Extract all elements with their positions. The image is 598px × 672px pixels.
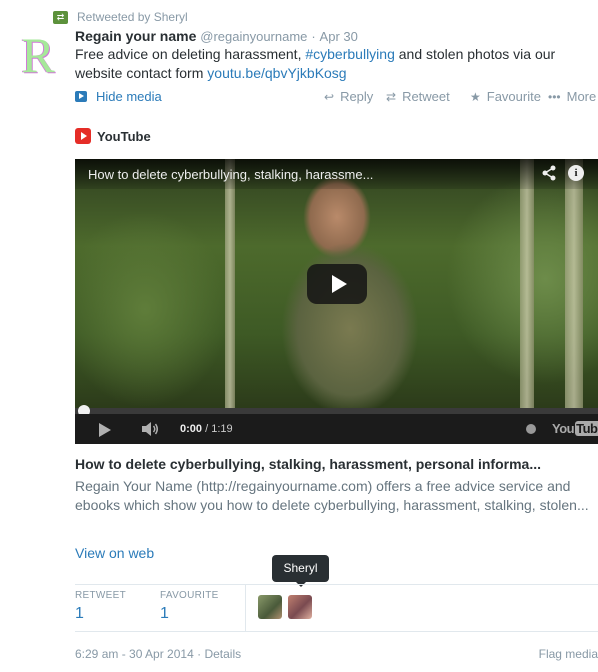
tweet-text: Free advice on deleting harassment, #cyb… bbox=[75, 45, 595, 83]
hide-media-label: Hide media bbox=[96, 89, 162, 104]
avatar[interactable] bbox=[258, 595, 282, 619]
more-button[interactable]: ••• More bbox=[548, 89, 596, 104]
media-source-label: YouTube bbox=[97, 128, 151, 144]
retweet-stat[interactable]: RETWEET 1 bbox=[75, 590, 126, 623]
view-on-web-link[interactable]: View on web bbox=[75, 545, 154, 561]
tweet-date[interactable]: Apr 30 bbox=[320, 29, 358, 44]
stats-separator bbox=[245, 585, 246, 631]
avatar-letter: R bbox=[21, 27, 55, 83]
favourite-stat-label: FAVOURITE bbox=[160, 590, 219, 601]
divider bbox=[75, 631, 598, 632]
footer-separator: · bbox=[197, 647, 202, 661]
youtube-logo[interactable]: YouTube bbox=[552, 421, 598, 436]
share-icon[interactable] bbox=[542, 165, 556, 181]
user-handle[interactable]: @regainyourname bbox=[200, 29, 307, 44]
card-description: Regain Your Name (http://regainyourname.… bbox=[75, 478, 589, 513]
control-play-icon[interactable] bbox=[99, 423, 111, 437]
reply-icon: ↩ bbox=[324, 89, 335, 104]
tree-trunk bbox=[565, 159, 583, 408]
user-fullname[interactable]: Regain your name bbox=[75, 28, 196, 44]
retweet-label: Retweet bbox=[402, 89, 450, 104]
card-title[interactable]: How to delete cyberbullying, stalking, h… bbox=[75, 456, 541, 472]
tweet-header: Regain your name @regainyourname · Apr 3… bbox=[75, 28, 358, 44]
time-total: / 1:19 bbox=[202, 423, 233, 435]
retweet-stat-label: RETWEET bbox=[75, 590, 126, 601]
reply-button[interactable]: ↩ Reply bbox=[324, 89, 373, 104]
video-time: 0:00 / 1:19 bbox=[180, 423, 233, 435]
hashtag-link[interactable]: #cyberbullying bbox=[305, 46, 395, 62]
favourite-count: 1 bbox=[160, 605, 169, 622]
video-url-link[interactable]: youtu.be/qbvYjkbKosg bbox=[207, 65, 346, 81]
favourite-label: Favourite bbox=[486, 89, 541, 104]
tooltip: Sheryl bbox=[272, 555, 329, 587]
tree-trunk bbox=[520, 159, 534, 408]
tweet-text-part-1: Free advice on deleting harassment, bbox=[75, 46, 306, 62]
video-title[interactable]: How to delete cyberbullying, stalking, h… bbox=[88, 167, 373, 182]
tweet-stats: RETWEET 1 FAVOURITE 1 bbox=[75, 585, 598, 631]
tweet-actions: Hide media ↩ Reply ⇄ Retweet ★ Favourite… bbox=[75, 89, 598, 107]
retweet-button[interactable]: ⇄ Retweet bbox=[386, 89, 450, 104]
video-player[interactable]: How to delete cyberbullying, stalking, h… bbox=[75, 159, 598, 444]
retweet-context: ⇄ Retweeted by Sheryl bbox=[53, 10, 188, 24]
reply-label: Reply bbox=[340, 89, 374, 104]
youtube-logo-tube: Tube bbox=[575, 421, 598, 436]
youtube-icon bbox=[75, 128, 91, 144]
video-controls: 0:00 / 1:19 YouTube bbox=[75, 414, 598, 444]
flag-media-link[interactable]: Flag media bbox=[539, 647, 598, 661]
tweet-timestamp: 6:29 am - 30 Apr 2014 bbox=[75, 647, 194, 661]
tweet-footer: 6:29 am - 30 Apr 2014 · Details Flag med… bbox=[75, 647, 598, 661]
header-separator: · bbox=[311, 29, 316, 44]
more-icon: ••• bbox=[548, 89, 561, 104]
retweet-icon: ⇄ bbox=[53, 10, 68, 24]
hide-media-button[interactable]: Hide media bbox=[75, 89, 162, 104]
media-icon bbox=[75, 91, 87, 102]
watch-later-icon[interactable] bbox=[526, 424, 536, 434]
time-current: 0:00 bbox=[180, 423, 203, 435]
retweet-count: 1 bbox=[75, 605, 84, 622]
avatar[interactable]: R bbox=[14, 27, 62, 83]
video-title-bar: How to delete cyberbullying, stalking, h… bbox=[75, 159, 598, 189]
youtube-logo-you: You bbox=[552, 421, 575, 436]
retweet-action-icon: ⇄ bbox=[386, 89, 397, 104]
info-icon[interactable]: i bbox=[568, 165, 584, 181]
play-icon[interactable] bbox=[307, 264, 367, 304]
details-link[interactable]: Details bbox=[204, 647, 241, 661]
avatar[interactable] bbox=[288, 595, 312, 619]
favourite-button[interactable]: ★ Favourite bbox=[470, 89, 541, 104]
media-source: YouTube bbox=[75, 128, 151, 144]
tree-trunk bbox=[225, 159, 235, 408]
star-icon: ★ bbox=[470, 89, 481, 104]
more-label: More bbox=[566, 89, 597, 104]
volume-icon[interactable] bbox=[141, 422, 159, 436]
retweeted-by-label[interactable]: Retweeted by Sheryl bbox=[77, 10, 188, 24]
favourite-stat[interactable]: FAVOURITE 1 bbox=[160, 590, 219, 623]
